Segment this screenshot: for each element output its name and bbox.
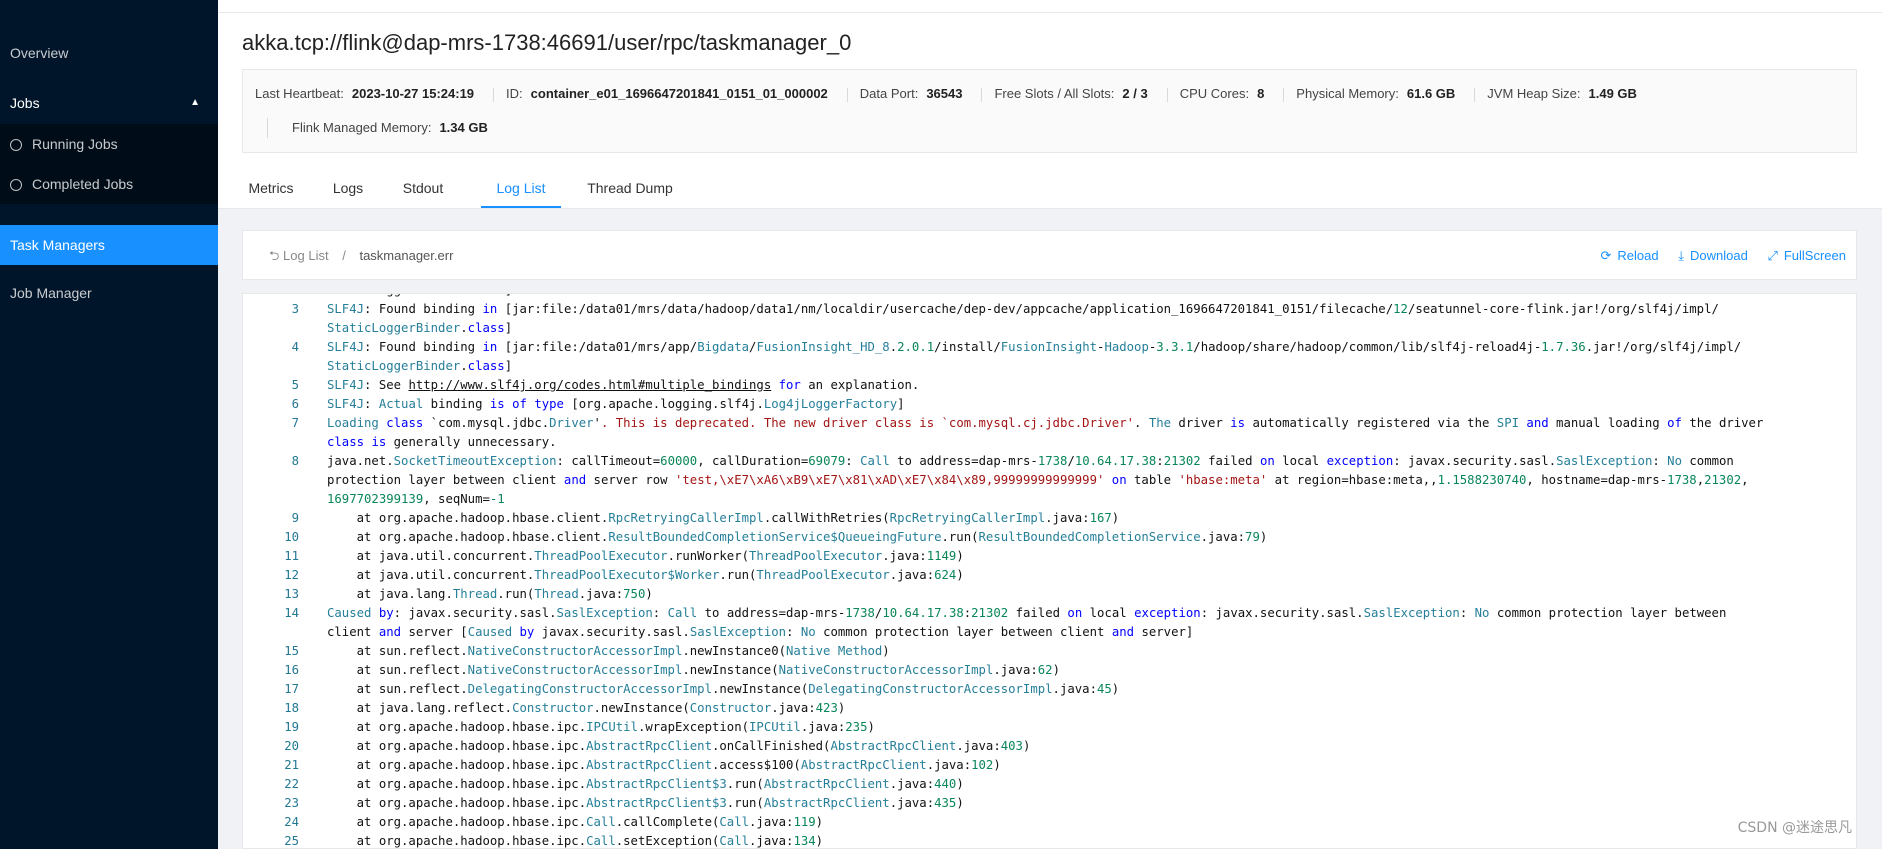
line-number: 17 <box>284 682 299 696</box>
chevron-up-icon: ▲ <box>190 97 200 108</box>
sidebar-item-task-managers[interactable]: Task Managers <box>0 225 218 265</box>
check-circle-icon <box>10 179 22 191</box>
watermark: CSDN @迷途思凡 <box>1737 820 1852 836</box>
reload-icon: ⟳ <box>1600 248 1612 263</box>
info-id: ID: container_e01_1696647201841_0151_01_0… <box>494 84 848 104</box>
log-line-text: at sun.reflect.DelegatingConstructorAcce… <box>327 682 1120 696</box>
log-line-text: at org.apache.hadoop.hbase.client.Result… <box>327 530 1268 544</box>
log-line-text: at java.lang.Thread.run(Thread.java:750) <box>327 587 653 601</box>
info-cpu-cores: CPU Cores: 8 <box>1168 84 1285 104</box>
tab-bar: Metrics Logs Stdout Log List Thread Dump <box>218 168 1882 209</box>
line-number: 25 <box>284 834 299 848</box>
log-line-text: StaticLoggerBinder.class] <box>327 321 513 335</box>
log-line-text: SLF4J: Found binding in [jar:file:/data0… <box>327 302 1719 316</box>
log-line-text: SLF4J: Found binding in [jar:file:/data0… <box>327 340 1742 354</box>
tab-thread-dump[interactable]: Thread Dump <box>584 168 676 208</box>
sidebar-item-jobs[interactable]: Jobs ▲ <box>0 83 218 123</box>
download-button[interactable]: ⤓ Download <box>1678 248 1748 263</box>
info-managed-memory: Flink Managed Memory: 1.34 GB <box>267 118 508 138</box>
info-physical-memory: Physical Memory: 61.6 GB <box>1284 84 1476 104</box>
tab-metrics[interactable]: Metrics <box>242 168 300 208</box>
scrollbar[interactable] <box>1848 294 1854 848</box>
line-number: 6 <box>291 397 299 411</box>
sidebar: Overview Jobs ▲ Running Jobs Completed J… <box>0 0 218 849</box>
log-line-text: at org.apache.hadoop.hbase.ipc.IPCUtil.w… <box>327 720 875 734</box>
line-number: 10 <box>284 530 299 544</box>
line-number: 8 <box>291 454 299 468</box>
log-line-text: at org.apache.hadoop.hbase.ipc.Call.setE… <box>327 834 824 848</box>
info-row: Last Heartbeat: 2023-10-27 15:24:19 ID: co… <box>243 84 1657 104</box>
log-line-text: StaticLoggerBinder.class] <box>327 359 513 373</box>
line-number: 11 <box>284 549 299 563</box>
back-icon[interactable]: ⮌ <box>269 248 279 263</box>
log-line-text: Caused by: javax.security.sasl.SaslExcep… <box>327 606 1727 620</box>
line-number: 16 <box>284 663 299 677</box>
line-number: 20 <box>284 739 299 753</box>
line-number: 9 <box>291 511 299 525</box>
log-line-text: StaticLoggerBinder.class] <box>327 294 512 300</box>
log-line-text: SLF4J: Actual binding is of type [org.ap… <box>327 397 905 411</box>
log-line-text: Loading class `com.mysql.jdbc.Driver'. T… <box>327 416 1764 430</box>
tab-stdout[interactable]: Stdout <box>396 168 450 208</box>
info-heartbeat: Last Heartbeat: 2023-10-27 15:24:19 <box>243 84 495 104</box>
line-number: 5 <box>291 378 299 392</box>
log-line-text: java.net.SocketTimeoutException: callTim… <box>327 454 1734 468</box>
log-line-text: protection layer between client and serv… <box>327 473 1749 487</box>
line-number: 15 <box>284 644 299 658</box>
tab-log-list[interactable]: Log List <box>481 168 561 208</box>
sidebar-item-overview[interactable]: Overview <box>0 33 218 73</box>
line-number: 13 <box>284 587 299 601</box>
main-content: akka.tcp://flink@dap-mrs-1738:46691/user… <box>218 0 1882 849</box>
log-line-text: at java.lang.reflect.Constructor.newInst… <box>327 701 846 715</box>
reload-button[interactable]: ⟳ Reload <box>1601 248 1659 263</box>
log-line-text: 1697702399139, seqNum=-1 <box>327 492 505 506</box>
log-viewer[interactable]: StaticLoggerBinder.class] 3 SLF4J: Found… <box>242 293 1857 849</box>
line-number: 21 <box>284 758 299 772</box>
line-number: 24 <box>284 815 299 829</box>
log-line-text: client and server [Caused by javax.secur… <box>327 625 1194 639</box>
breadcrumb-file: taskmanager.err <box>359 248 454 263</box>
line-number: 7 <box>291 416 299 430</box>
divider <box>218 12 1882 13</box>
play-circle-icon <box>10 139 22 151</box>
log-line-text: at org.apache.hadoop.hbase.ipc.Call.call… <box>327 815 824 829</box>
line-number: 23 <box>284 796 299 810</box>
log-header: ⮌ Log List / taskmanager.err ⟳ Reload ⤓ Do… <box>242 230 1857 280</box>
log-line-text: at java.util.concurrent.ThreadPoolExecut… <box>327 549 964 563</box>
info-slots: Free Slots / All Slots: 2 / 3 <box>982 84 1168 104</box>
sidebar-item-completed-jobs[interactable]: Completed Jobs <box>0 164 218 204</box>
tab-logs[interactable]: Logs <box>326 168 370 208</box>
breadcrumb-log-list[interactable]: Log List <box>283 248 329 263</box>
log-line-text: at sun.reflect.NativeConstructorAccessor… <box>327 644 890 658</box>
log-line-text: at org.apache.hadoop.hbase.ipc.AbstractR… <box>327 777 964 791</box>
sidebar-item-job-manager[interactable]: Job Manager <box>0 273 218 313</box>
line-number: 18 <box>284 701 299 715</box>
fullscreen-button[interactable]: ⤢ FullScreen <box>1767 248 1846 263</box>
line-number: 19 <box>284 720 299 734</box>
log-actions: ⟳ Reload ⤓ Download ⤢ FullScreen <box>1585 231 1846 281</box>
log-line-text: at org.apache.hadoop.hbase.client.RpcRet… <box>327 511 1120 525</box>
line-number: 3 <box>291 302 299 316</box>
download-icon: ⤓ <box>1678 248 1684 263</box>
sidebar-item-running-jobs[interactable]: Running Jobs <box>0 124 218 164</box>
line-number: 4 <box>291 340 299 354</box>
breadcrumb: ⮌ Log List / taskmanager.err <box>269 248 454 263</box>
info-data-port: Data Port: 36543 <box>848 84 983 104</box>
log-line-text: at org.apache.hadoop.hbase.ipc.AbstractR… <box>327 796 964 810</box>
taskmanager-info: Last Heartbeat: 2023-10-27 15:24:19 ID: co… <box>242 69 1857 153</box>
page-title: akka.tcp://flink@dap-mrs-1738:46691/user… <box>242 30 852 55</box>
log-line-text: at java.util.concurrent.ThreadPoolExecut… <box>327 568 964 582</box>
log-line-text: at org.apache.hadoop.hbase.ipc.AbstractR… <box>327 758 1001 772</box>
info-row: Flink Managed Memory: 1.34 GB <box>267 118 508 138</box>
log-line-text: at sun.reflect.NativeConstructorAccessor… <box>327 663 1060 677</box>
log-line-text: class is generally unnecessary. <box>327 435 557 449</box>
log-line-text: SLF4J: See http://www.slf4j.org/codes.ht… <box>327 378 920 392</box>
line-number: 12 <box>284 568 299 582</box>
fullscreen-icon: ⤢ <box>1767 248 1778 263</box>
log-line-text: at org.apache.hadoop.hbase.ipc.AbstractR… <box>327 739 1031 753</box>
line-number: 22 <box>284 777 299 791</box>
line-number: 14 <box>284 606 299 620</box>
info-jvm-heap: JVM Heap Size: 1.49 GB <box>1487 86 1637 101</box>
